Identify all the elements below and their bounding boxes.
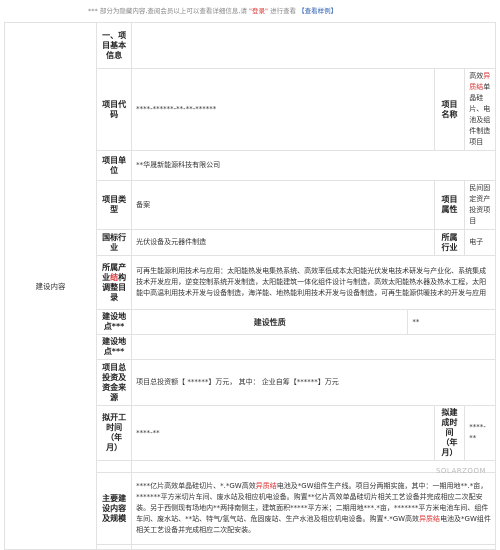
project-attribute-label: 项目属性	[433, 180, 466, 230]
section-title-filler	[131, 22, 496, 69]
project-name-pre: 高效	[469, 72, 484, 80]
section-title: 一、项目基本信息	[96, 22, 133, 69]
construction-nature-value: **	[407, 309, 496, 335]
policy-label-highlight: 结	[110, 272, 119, 282]
main-content-value: ****亿片高效单晶硅切片、*.*GW高效异质结电池及*GW组件生产线。项目分两…	[131, 472, 496, 545]
project-attribute-value: 民间固定资产投资项目	[464, 180, 496, 230]
construction-site-value	[131, 334, 496, 360]
project-code-label: 项目代码	[96, 68, 133, 151]
project-code-value: ****-******-**-**-******	[131, 68, 435, 151]
construction-site-label: 建设地点***	[96, 309, 133, 335]
belong-industry-value: 电子	[464, 229, 496, 256]
construction-nature-label: 建设性质	[131, 309, 409, 335]
project-unit-label: 项目单位	[96, 150, 133, 181]
industrial-policy-value: 可再生能源利用技术与应用：太阳能热发电集热系统、高效率低成本太阳能光伏发电技术研…	[131, 255, 496, 310]
content-seg-1: 异质结	[255, 482, 277, 490]
login-link[interactable]: "登录"	[249, 7, 268, 15]
hidden-content-notice: *** 部分为隐藏内容,查阅会员以上可以查看详细信息,请 "登录" 进行查看 【…	[0, 0, 500, 22]
notice-text: *** 部分为隐藏内容,查阅会员以上可以查看详细信息,请	[88, 7, 247, 15]
planned-start-label: 拟开工时间（年月）	[96, 405, 133, 461]
national-industry-label: 国标行业	[96, 229, 133, 256]
belong-industry-label: 所属行业	[433, 229, 466, 256]
construction-site-label-2: 建设地点***	[96, 334, 133, 360]
planned-completion-value: ****-**	[464, 405, 496, 461]
national-industry-value: 光伏设备及元器件制造	[131, 229, 435, 256]
project-info-table: 建设内容 一、项目基本信息 项目代码 ****-******-**-**-***…	[3, 22, 496, 550]
project-name-post: 单晶硅片、电池及组件制造项目	[469, 83, 491, 146]
content-seg-0: ****亿片高效单晶硅切片、*.*GW高效	[136, 482, 256, 490]
planned-completion-label: 拟建成时间（年月）	[433, 405, 466, 461]
main-content-label: 主要建设内容及规模	[96, 472, 133, 545]
project-unit-value: **华晟新能源科技有限公司	[131, 150, 496, 181]
view-sample-link[interactable]: 【查看样例】	[298, 7, 337, 15]
construction-content-label: 建设内容	[3, 22, 98, 550]
project-type-label: 项目类型	[96, 180, 133, 230]
spacer-label	[96, 460, 133, 473]
bottom-value-cell	[131, 544, 496, 550]
total-investment-value: 项目总投资额【 ******】万元， 其中： 企业自筹【******】万元	[131, 359, 496, 406]
watermark-logo: SOLARZOOM	[435, 467, 486, 475]
project-name-label: 项目名称	[433, 68, 466, 151]
content-seg-3: 异质结	[419, 515, 441, 523]
planned-start-value: ****-**	[131, 405, 435, 461]
total-investment-label: 项目总投资及资金来源	[96, 359, 133, 406]
industrial-policy-label: 所属产业结构调整目录	[96, 255, 133, 310]
bottom-label-cell	[96, 544, 133, 550]
project-name-value: 高效异质结单晶硅片、电池及组件制造项目	[464, 68, 496, 151]
notice-text-2: 进行查看	[270, 7, 297, 15]
project-type-value: 备案	[131, 180, 435, 230]
